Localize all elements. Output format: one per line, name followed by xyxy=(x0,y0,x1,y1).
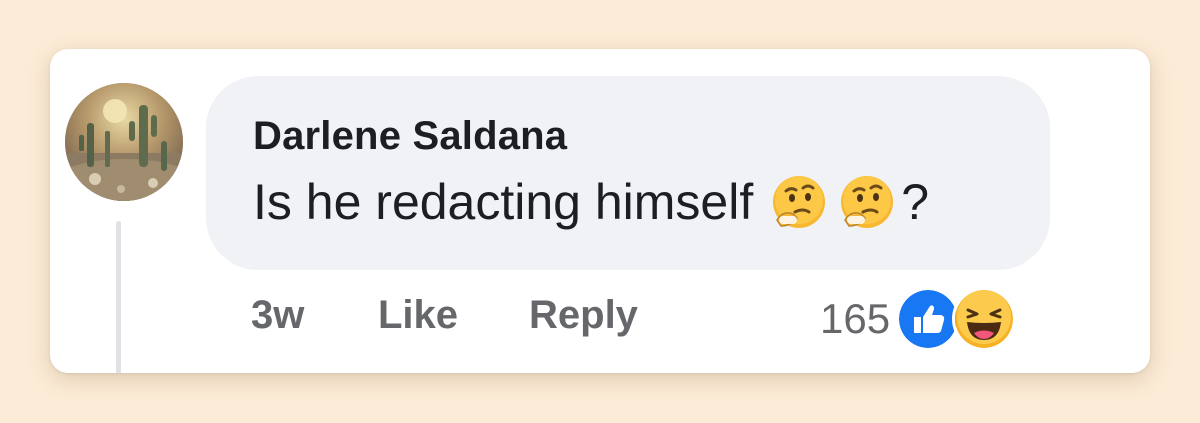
comment-bubble: Darlene Saldana Is he redacting himself xyxy=(206,76,1050,270)
comment-suffix: ? xyxy=(901,174,930,230)
timestamp-link[interactable]: 3w xyxy=(251,293,304,338)
haha-reaction-icon xyxy=(952,287,1017,351)
comment-body: Is he redacting himself xyxy=(253,174,754,230)
like-button[interactable]: Like xyxy=(378,293,458,338)
avatar[interactable] xyxy=(65,83,183,201)
thread-line xyxy=(116,221,121,373)
author-name[interactable]: Darlene Saldana xyxy=(253,114,567,159)
comment-card: Darlene Saldana Is he redacting himself xyxy=(50,49,1150,373)
comment-text: Is he redacting himself ? xyxy=(253,172,929,232)
thinking-face-icon xyxy=(837,172,897,232)
thinking-face-icon xyxy=(769,172,829,232)
reaction-summary[interactable]: 165 xyxy=(820,287,1017,351)
reaction-count: 165 xyxy=(820,295,891,342)
reply-button[interactable]: Reply xyxy=(529,293,638,338)
like-reaction-icon xyxy=(896,287,961,351)
